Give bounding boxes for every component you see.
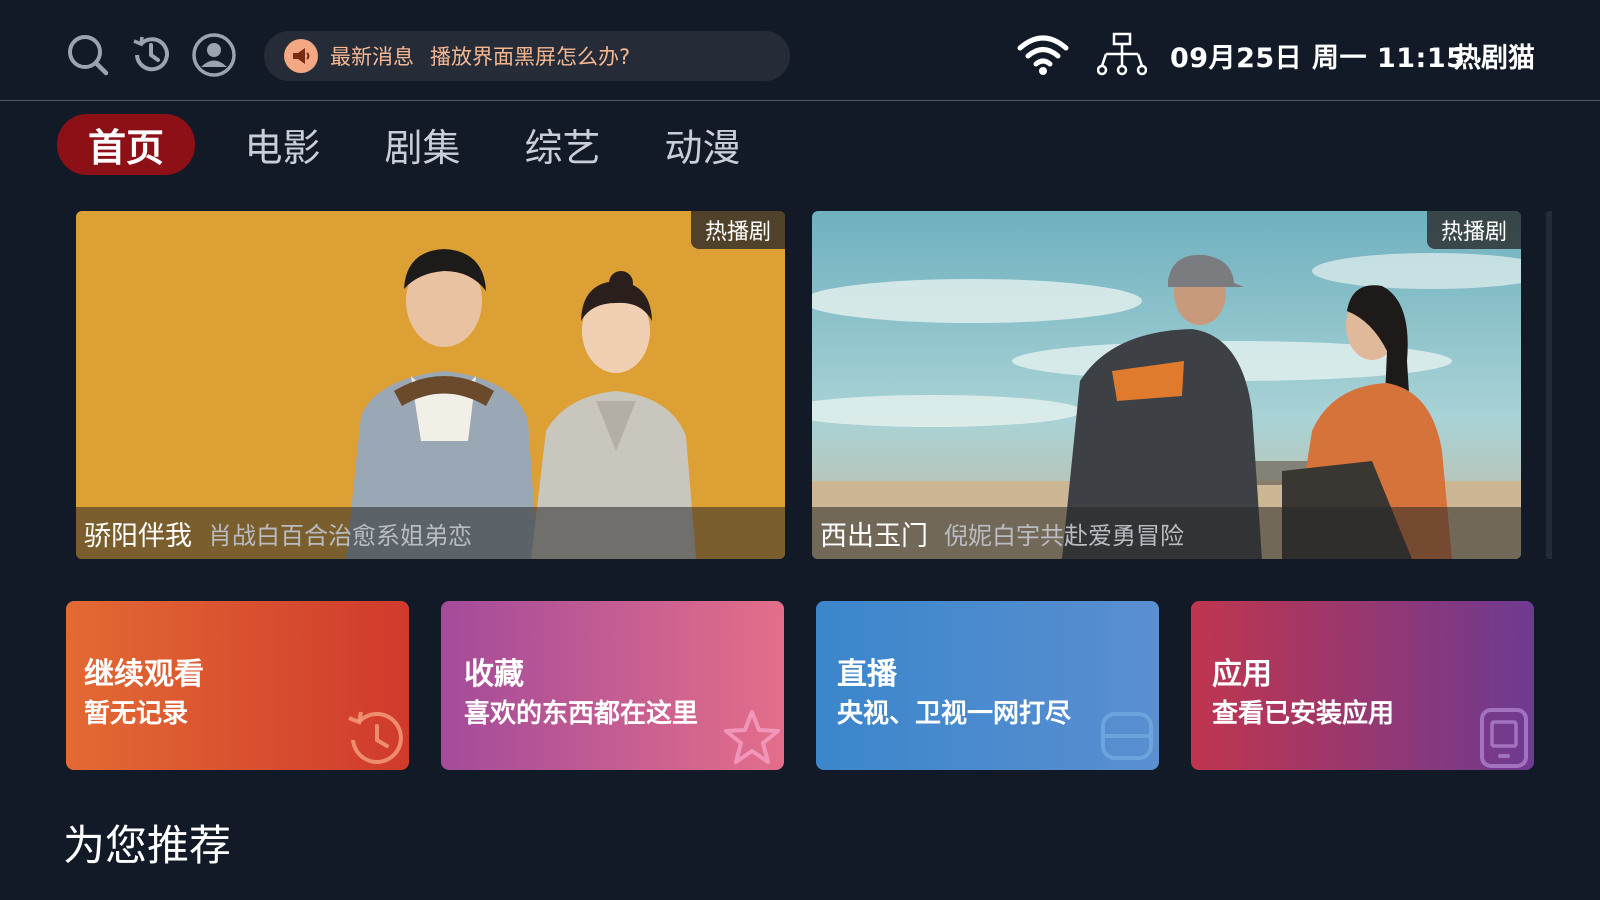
notice-tag: 最新消息: [330, 45, 414, 69]
banner-subtitle: 肖战白百合治愈系姐弟恋: [208, 521, 472, 550]
favorites-card[interactable]: 收藏 喜欢的东西都在这里: [441, 601, 784, 770]
card-title: 收藏: [464, 657, 524, 692]
tab-home[interactable]: 首页: [57, 114, 195, 175]
network-icon: [1096, 32, 1148, 78]
next-banner-peek[interactable]: [1546, 211, 1552, 559]
tablet-icon: [1480, 708, 1528, 768]
card-subtitle: 央视、卫视一网打尽: [837, 699, 1072, 729]
tv-icon: [1101, 712, 1153, 760]
notice-bar[interactable]: 最新消息 播放界面黑屏怎么办?: [264, 31, 790, 81]
notice-text: 播放界面黑屏怎么办?: [430, 45, 631, 69]
user-icon[interactable]: [191, 32, 237, 78]
banner-title: 骄阳伴我: [84, 520, 192, 552]
megaphone-icon: [284, 39, 318, 73]
card-title: 继续观看: [84, 657, 204, 692]
tab-series[interactable]: 剧集: [370, 114, 475, 175]
tab-anime[interactable]: 动漫: [650, 114, 755, 175]
brand-name: 热剧猫: [1454, 43, 1535, 74]
hot-badge: 热播剧: [690, 211, 785, 249]
tab-movies[interactable]: 电影: [230, 114, 335, 175]
section-title: 为您推荐: [63, 821, 232, 870]
apps-card[interactable]: 应用 查看已安装应用: [1191, 601, 1534, 770]
banner-title: 西出玉门: [820, 520, 928, 552]
card-title: 直播: [837, 657, 897, 692]
banner-subtitle: 倪妮白宇共赴爱勇冒险: [944, 521, 1184, 550]
star-icon: [724, 710, 780, 764]
history-icon: [348, 711, 403, 764]
hot-badge: 热播剧: [1426, 211, 1521, 249]
banner-caption: 骄阳伴我 肖战白百合治愈系姐弟恋: [76, 507, 785, 559]
continue-watching-card[interactable]: 继续观看 暂无记录: [66, 601, 409, 770]
card-subtitle: 查看已安装应用: [1212, 699, 1395, 729]
card-subtitle: 暂无记录: [84, 699, 189, 729]
card-subtitle: 喜欢的东西都在这里: [464, 699, 699, 729]
datetime: 09月25日 周一 11:15: [1170, 43, 1466, 74]
wifi-icon: [1017, 32, 1069, 78]
search-icon[interactable]: [65, 32, 111, 78]
banner-card[interactable]: 热播剧 骄阳伴我 肖战白百合治愈系姐弟恋: [76, 211, 785, 559]
category-tabs: 首页 电影 剧集 综艺 动漫: [57, 114, 755, 175]
card-title: 应用: [1212, 657, 1272, 692]
history-icon[interactable]: [128, 32, 174, 78]
tab-variety[interactable]: 综艺: [510, 114, 615, 175]
banner-card[interactable]: 热播剧 西出玉门 倪妮白宇共赴爱勇冒险: [812, 211, 1521, 559]
banner-caption: 西出玉门 倪妮白宇共赴爱勇冒险: [812, 507, 1521, 559]
top-bar: 最新消息 播放界面黑屏怎么办? 09月25日 周一 11:15 热剧猫: [0, 0, 1600, 101]
live-tv-card[interactable]: 直播 央视、卫视一网打尽: [816, 601, 1159, 770]
